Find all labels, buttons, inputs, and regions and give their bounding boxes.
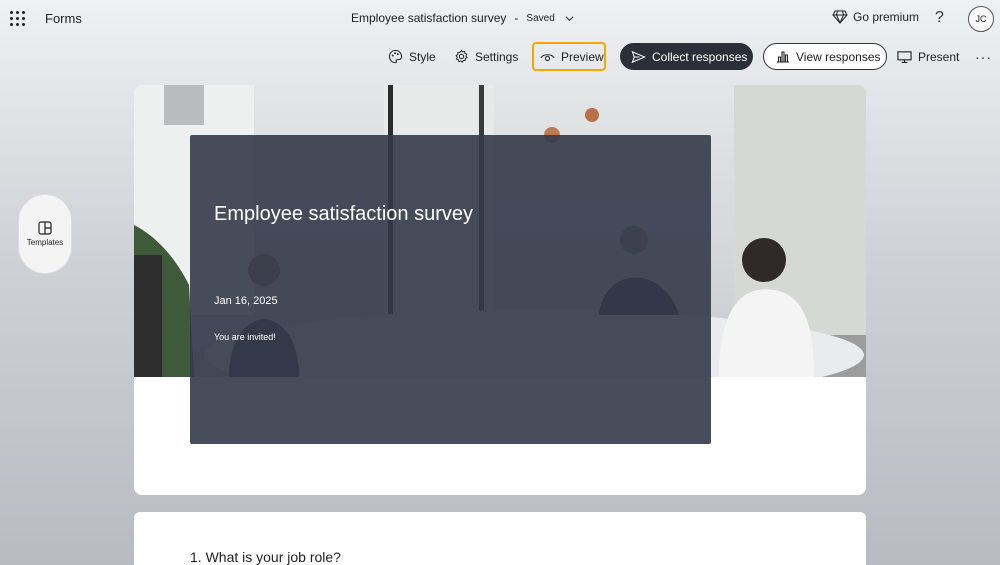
- eye-icon: [540, 53, 555, 61]
- form-header-card: Employee satisfaction survey Jan 16, 202…: [134, 85, 866, 495]
- collect-responses-label: Collect responses: [652, 49, 748, 64]
- settings-label: Settings: [475, 49, 519, 64]
- title-overlay: Employee satisfaction survey Jan 16, 202…: [190, 135, 711, 444]
- document-title[interactable]: Employee satisfaction survey: [351, 11, 506, 25]
- gear-icon: [455, 49, 468, 63]
- top-bar: Forms Employee satisfaction survey - Sav…: [0, 0, 1000, 38]
- templates-label: Templates: [26, 238, 64, 247]
- more-options-icon[interactable]: ···: [975, 42, 992, 71]
- preview-label: Preview: [561, 49, 604, 64]
- title-separator: -: [514, 11, 519, 25]
- chevron-down-icon[interactable]: [565, 14, 574, 23]
- form-toolbar: Style Settings Preview Collect responses…: [0, 42, 1000, 72]
- app-name[interactable]: Forms: [45, 11, 82, 26]
- preview-button[interactable]: Preview: [532, 42, 606, 71]
- question-text[interactable]: 1. What is your job role?: [190, 549, 341, 565]
- style-label: Style: [409, 49, 436, 64]
- saved-status: Saved: [526, 12, 555, 24]
- present-label: Present: [918, 49, 960, 64]
- present-button[interactable]: Present: [897, 42, 959, 71]
- view-responses-button[interactable]: View responses: [763, 43, 887, 70]
- app-launcher-icon[interactable]: [10, 11, 26, 27]
- form-subtitle[interactable]: You are invited!: [214, 332, 276, 342]
- go-premium-button[interactable]: Go premium: [832, 10, 919, 24]
- go-premium-label: Go premium: [853, 10, 920, 24]
- monitor-icon: [897, 50, 912, 63]
- view-responses-label: View responses: [796, 49, 881, 64]
- help-icon[interactable]: ?: [935, 9, 944, 27]
- diamond-icon: [832, 10, 848, 24]
- palette-icon: [388, 49, 403, 64]
- layout-icon: [38, 221, 52, 235]
- form-date[interactable]: Jan 16, 2025: [214, 295, 278, 307]
- style-button[interactable]: Style: [388, 42, 436, 71]
- bar-chart-icon: [777, 51, 789, 63]
- send-icon: [631, 50, 646, 63]
- avatar[interactable]: JC: [968, 6, 994, 32]
- document-title-area[interactable]: Employee satisfaction survey - Saved: [351, 11, 574, 25]
- question-card[interactable]: 1. What is your job role?: [134, 512, 866, 565]
- form-title[interactable]: Employee satisfaction survey: [214, 203, 473, 226]
- templates-button[interactable]: Templates: [18, 194, 72, 274]
- settings-button[interactable]: Settings: [454, 42, 518, 71]
- collect-responses-button[interactable]: Collect responses: [620, 43, 753, 70]
